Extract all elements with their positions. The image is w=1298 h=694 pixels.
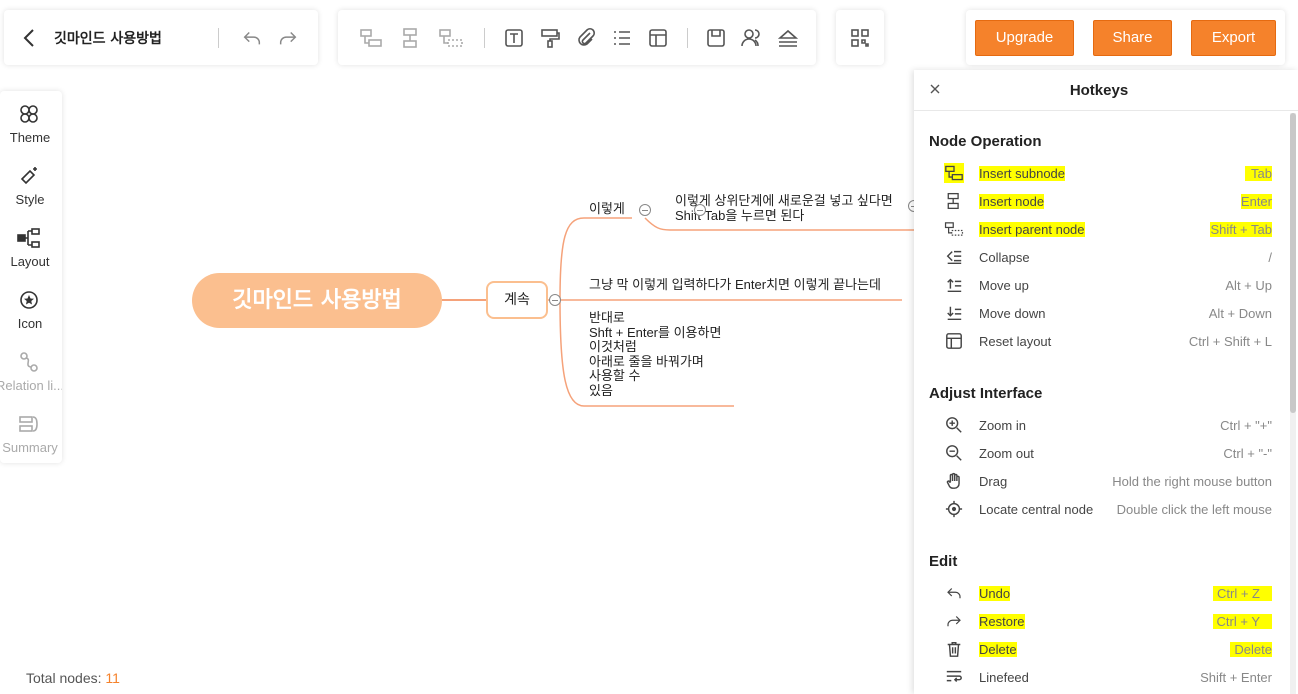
hotkey-label: Zoom in [979,418,1026,433]
hotkey-label: Collapse [979,250,1030,265]
hotkey-key: Shift + Tab [1210,222,1272,237]
hotkey-label: Insert parent node [979,222,1085,237]
hotkey-row: Drag Hold the right mouse button [940,469,1272,495]
hotkey-label: Drag [979,474,1008,489]
node-line: 이것처럼 [589,339,637,354]
total-nodes-count: 11 [105,670,120,686]
hotkey-label: Locate central node [979,502,1094,517]
branch-child-node[interactable]: 이렇게 상위단계에 새로운걸 넣고 싶다면 Shift Tab을 누르면 된다 [675,193,893,223]
collapse-toggle[interactable] [549,294,561,306]
upgrade-button[interactable]: Upgrade [975,20,1074,56]
hotkey-key: Ctrl + Y [1212,614,1272,629]
insert-node-icon [944,191,964,211]
hotkey-row: Delete Delete [940,637,1272,663]
section-title: Edit [929,553,958,570]
hotkey-label: Move down [979,306,1046,321]
hotkey-label: Move up [979,278,1029,293]
collapse-toggle[interactable] [639,204,651,216]
node-line: Shift Tab을 누르면 된다 [675,207,805,223]
hotkeys-panel: Hotkeys Node Operation Insert subnode Ta… [914,70,1298,694]
hotkey-row: Linefeed Shift + Enter [940,665,1272,691]
hotkey-row: Move down Alt + Down [940,301,1272,327]
branch-node[interactable]: 이렇게 [589,201,625,217]
hotkeys-header: Hotkeys [914,70,1298,111]
scrollbar-thumb[interactable] [1290,113,1296,413]
reset-layout-icon [944,331,964,351]
undo-icon [944,583,964,603]
total-nodes: Total nodes: 11 [26,670,120,686]
hotkey-key: Ctrl + Z [1213,586,1272,601]
hotkey-key: Alt + Down [1208,306,1272,321]
hotkey-key: Ctrl + Shift + L [1188,334,1272,349]
export-button[interactable]: Export [1191,20,1276,56]
action-panel: Upgrade Share Export [966,10,1285,65]
hotkey-row: Zoom in Ctrl + "+" [940,413,1272,439]
sub-node[interactable]: 계속 [486,281,548,319]
redo-icon [944,611,964,631]
hotkey-row: Locate central node Double click the lef… [940,497,1272,523]
hotkey-row: Move up Alt + Up [940,273,1272,299]
locate-target-icon [944,499,964,519]
hotkey-label: Delete [979,642,1017,657]
insert-parent-node-icon [944,219,964,239]
hotkey-label: Zoom out [979,446,1034,461]
hotkey-row: Restore Ctrl + Y [940,609,1272,635]
hotkey-key: Enter [1240,194,1272,209]
section-title: Adjust Interface [929,385,1043,402]
zoom-out-icon [944,443,964,463]
hotkey-row: Undo Ctrl + Z [940,581,1272,607]
hotkey-key: Double click the left mouse [1116,502,1272,517]
root-node[interactable]: 깃마인드 사용방법 [192,273,442,328]
hotkey-row: Insert subnode Tab [940,161,1272,187]
hotkey-key: Shift + Enter [1200,670,1272,685]
node-line: 반대로 [589,310,625,325]
hotkey-key: Delete [1230,642,1272,657]
node-line: 아래로 줄을 바꿔가며 [589,353,704,369]
share-button[interactable]: Share [1093,20,1172,56]
hotkey-row: Insert node Enter [940,189,1272,215]
node-line: 있음 [589,382,613,398]
hotkey-label: Linefeed [979,670,1029,685]
section-title: Node Operation [929,133,1042,150]
trash-icon [944,639,964,659]
hotkey-key: Hold the right mouse button [1112,474,1272,489]
hotkeys-title: Hotkeys [1069,82,1129,99]
branch-node[interactable]: 그냥 막 이렇게 입력하다가 Enter치면 이렇게 끝나는데 [589,277,881,293]
hotkey-row: Zoom out Ctrl + "-" [940,441,1272,467]
hotkey-key: Alt + Up [1225,278,1272,293]
hand-drag-icon [944,471,964,491]
mindmap-connectors [442,217,914,407]
collapse-toggle[interactable] [694,204,706,216]
node-line: 사용할 수 [589,368,641,383]
hotkey-label: Insert node [979,194,1045,209]
hotkey-key: Tab [1245,166,1272,181]
hotkey-label: Restore [979,614,1025,629]
total-nodes-label: Total nodes: [26,670,102,686]
node-line: 이렇게 상위단계에 새로운걸 넣고 싶다면 [675,193,893,208]
node-line: Shft + Enter를 이용하면 [589,324,722,340]
zoom-in-icon [944,415,964,435]
move-down-icon [944,303,964,323]
linefeed-icon [944,667,964,687]
hotkey-label: Reset layout [979,334,1052,349]
hotkey-label: Undo [979,586,1011,601]
hotkey-key: / [1268,250,1272,265]
hotkey-label: Insert subnode [979,166,1066,181]
move-up-icon [944,275,964,295]
hotkey-row: Insert parent node Shift + Tab [940,217,1272,243]
insert-subnode-icon [944,163,964,183]
branch-node-multiline[interactable]: 반대로 Shft + Enter를 이용하면 이것처럼 아래로 줄을 바꿔가며 … [589,310,722,398]
hotkey-row: Collapse / [940,245,1272,271]
collapse-icon [944,247,964,267]
hotkey-key: Ctrl + "-" [1223,446,1272,461]
hotkey-row: Reset layout Ctrl + Shift + L [940,329,1272,355]
hotkey-key: Ctrl + "+" [1220,418,1272,433]
